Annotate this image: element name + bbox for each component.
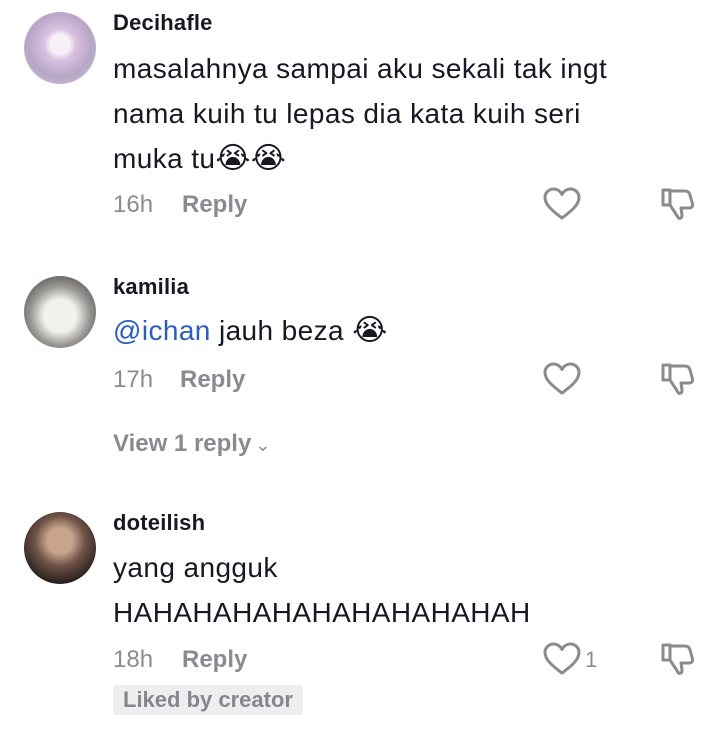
heart-icon[interactable] [543, 642, 581, 676]
chevron-down-icon: ⌄ [255, 435, 271, 455]
avatar[interactable] [24, 512, 96, 584]
comment-text-line: masalahnya sampai aku sekali tak ingt [113, 53, 608, 84]
heart-icon[interactable] [543, 362, 581, 396]
comment-text: masalahnya sampai aku sekali tak ingt na… [113, 46, 673, 181]
comment-text-line: nama kuih tu lepas dia kata kuih seri [113, 98, 581, 129]
crying-emoji: 😭😭 [215, 141, 287, 176]
like-count: 1 [585, 647, 598, 672]
dislike-icon[interactable] [660, 640, 696, 676]
avatar[interactable] [24, 276, 96, 348]
comment-timestamp: 16h [113, 191, 154, 218]
comment-text-line: HAHAHAHAHAHAHAHAHAHAH [113, 597, 531, 628]
comment-text: yang angguk HAHAHAHAHAHAHAHAHAHAH [113, 545, 673, 635]
reply-button[interactable]: Reply [182, 646, 247, 674]
comment-username[interactable]: Decihafle [113, 10, 213, 36]
mention-link[interactable]: @ichan [113, 315, 211, 346]
comment-timestamp: 18h [113, 646, 154, 673]
comment-text-segment: jauh beza [218, 315, 344, 346]
view-replies-button[interactable]: View 1 reply ⌄ [113, 430, 270, 458]
comment-timestamp: 17h [113, 366, 154, 393]
comment-text-line: muka tu😭😭 [113, 136, 673, 181]
liked-by-creator-badge: Liked by creator [113, 685, 303, 715]
reply-button[interactable]: Reply [182, 191, 247, 219]
dislike-icon[interactable] [660, 185, 696, 221]
comment-text-line: yang angguk [113, 552, 278, 583]
crying-emoji: 😭 [352, 313, 388, 348]
reply-button[interactable]: Reply [180, 366, 245, 394]
comment-username[interactable]: doteilish [113, 510, 205, 536]
comment-username[interactable]: kamilia [113, 274, 189, 300]
avatar[interactable] [24, 12, 96, 84]
dislike-icon[interactable] [660, 360, 696, 396]
comment-text-segment: muka tu [113, 143, 216, 174]
view-replies-label: View 1 reply [113, 430, 252, 457]
heart-icon[interactable] [543, 187, 581, 221]
comment-text: @ichan jauh beza 😭 [113, 308, 673, 353]
